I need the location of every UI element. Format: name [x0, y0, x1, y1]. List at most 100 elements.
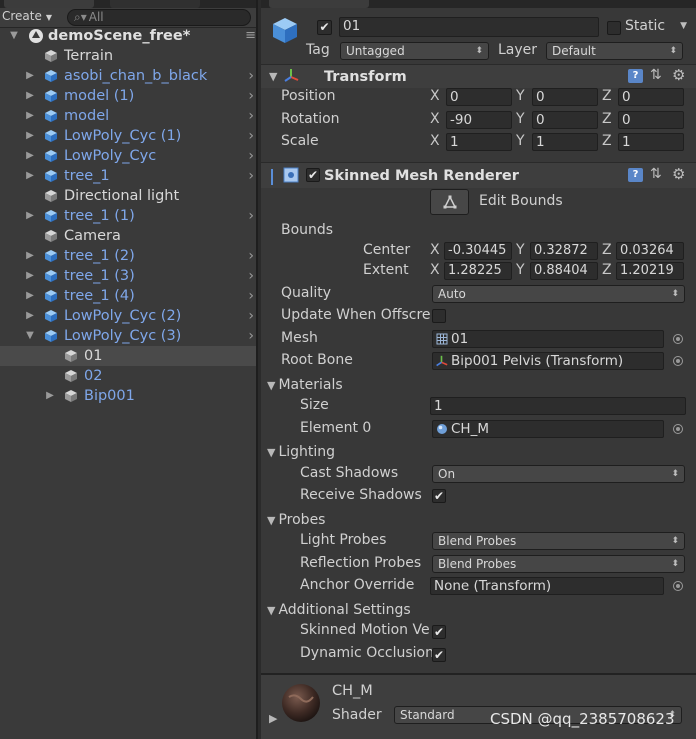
chevron-right-icon[interactable]: › [248, 326, 254, 346]
help-icon[interactable]: ? [628, 168, 643, 182]
static-checkbox[interactable] [607, 21, 621, 35]
hierarchy-row[interactable]: Camera [0, 226, 256, 246]
hierarchy-row[interactable]: ▶ tree_1 (1) › [0, 206, 256, 226]
tab-inspector[interactable] [269, 0, 369, 8]
chevron-right-icon[interactable]: › [248, 306, 254, 326]
cast-shadows-dropdown[interactable]: On ⬍ [432, 465, 685, 483]
fold-expanded-icon[interactable]: ▼ [8, 26, 20, 46]
position-y-field[interactable]: 0 [532, 88, 598, 106]
rotation-y-field[interactable]: 0 [532, 111, 598, 129]
position-x-field[interactable]: 0 [446, 88, 512, 106]
hierarchy-row[interactable]: ▶ LowPoly_Cyc (2) › [0, 306, 256, 326]
fold-collapsed-icon[interactable]: ▶ [24, 126, 36, 146]
anchor-picker-icon[interactable] [673, 581, 683, 591]
fold-collapsed-icon[interactable]: ▶ [24, 66, 36, 86]
chevron-right-icon[interactable]: › [248, 66, 254, 86]
update-offscreen-checkbox[interactable] [432, 309, 446, 323]
hierarchy-row[interactable]: ▶ tree_1 › [0, 166, 256, 186]
mesh-field[interactable]: 01 [432, 330, 664, 348]
tab-project[interactable] [110, 0, 200, 8]
scale-z-field[interactable]: 1 [618, 133, 684, 151]
materials-foldout[interactable]: ▼ Materials [267, 375, 696, 395]
fold-collapsed-icon[interactable]: ▶ [24, 166, 36, 186]
receive-shadows-checkbox[interactable]: ✔ [432, 489, 446, 503]
preset-icon[interactable]: ⇅ [650, 166, 662, 182]
scale-y-field[interactable]: 1 [532, 133, 598, 151]
additional-settings-foldout[interactable]: ▼ Additional Settings [267, 600, 696, 620]
element0-picker-icon[interactable] [673, 424, 683, 434]
chevron-right-icon[interactable]: › [248, 266, 254, 286]
rotation-x-field[interactable]: -90 [446, 111, 512, 129]
hierarchy-row[interactable]: ▶ tree_1 (3) › [0, 266, 256, 286]
chevron-right-icon[interactable]: › [248, 286, 254, 306]
help-icon[interactable]: ? [628, 69, 643, 83]
hierarchy-row[interactable]: Directional light [0, 186, 256, 206]
tag-dropdown[interactable]: Untagged ⬍ [340, 42, 489, 60]
anchor-override-field[interactable]: None (Transform) [430, 577, 664, 595]
lighting-foldout[interactable]: ▼ Lighting [267, 442, 696, 462]
center-y-field[interactable]: 0.32872 [530, 242, 598, 260]
fold-collapsed-icon[interactable]: ▶ [24, 146, 36, 166]
hierarchy-row[interactable]: 02 [0, 366, 256, 386]
chevron-right-icon[interactable]: › [248, 106, 254, 126]
layer-dropdown[interactable]: Default ⬍ [546, 42, 683, 60]
dynamic-occlusion-checkbox[interactable]: ✔ [432, 648, 446, 662]
gear-icon[interactable]: ⚙ [672, 165, 685, 183]
hierarchy-row[interactable]: ▶ model (1) › [0, 86, 256, 106]
center-x-field[interactable]: -0.30445 [444, 242, 512, 260]
fold-collapsed-icon[interactable]: ▶ [24, 266, 36, 286]
quality-dropdown[interactable]: Auto ⬍ [432, 285, 685, 303]
reflection-probes-dropdown[interactable]: Blend Probes ⬍ [432, 555, 685, 573]
hierarchy-row[interactable]: ▶ tree_1 (4) › [0, 286, 256, 306]
chevron-right-icon[interactable]: › [248, 146, 254, 166]
tab-hierarchy[interactable] [4, 0, 94, 8]
hierarchy-row[interactable]: ▶ asobi_chan_b_black › [0, 66, 256, 86]
hierarchy-row[interactable]: ▶ LowPoly_Cyc › [0, 146, 256, 166]
chevron-right-icon[interactable]: › [248, 206, 254, 226]
extent-z-field[interactable]: 1.20219 [616, 262, 684, 280]
material-header[interactable]: ▶ CH_M Shader Standard ⬍ [261, 673, 696, 739]
active-checkbox[interactable]: ✔ [317, 20, 332, 35]
scene-menu-icon[interactable]: ≡ [245, 26, 256, 46]
fold-collapsed-icon[interactable]: ▶ [44, 386, 56, 406]
chevron-right-icon[interactable]: › [248, 126, 254, 146]
fold-collapsed-icon[interactable]: ▶ [24, 246, 36, 266]
hierarchy-row[interactable]: ▼ LowPoly_Cyc (3) › [0, 326, 256, 346]
fold-expanded-icon[interactable]: ▼ [269, 70, 277, 83]
hierarchy-row[interactable]: 01 [0, 346, 256, 366]
scene-row[interactable]: ▼ demoScene_free* ≡ [0, 26, 256, 46]
fold-collapsed-icon[interactable]: ▶ [24, 306, 36, 326]
fold-collapsed-icon[interactable]: ▶ [269, 712, 277, 725]
preset-icon[interactable]: ⇅ [650, 67, 662, 83]
extent-x-field[interactable]: 1.28225 [444, 262, 512, 280]
light-probes-dropdown[interactable]: Blend Probes ⬍ [432, 532, 685, 550]
hierarchy-row[interactable]: ▶ tree_1 (2) › [0, 246, 256, 266]
fold-collapsed-icon[interactable]: ▶ [24, 206, 36, 226]
fold-expanded-icon[interactable]: ▼ [24, 326, 36, 346]
create-dropdown[interactable]: Create ▼ [2, 9, 52, 23]
probes-foldout[interactable]: ▼ Probes [267, 510, 696, 530]
scale-x-field[interactable]: 1 [446, 133, 512, 151]
hierarchy-row[interactable]: ▶ model › [0, 106, 256, 126]
hierarchy-row[interactable]: ▶ LowPoly_Cyc (1) › [0, 126, 256, 146]
root-bone-field[interactable]: Bip001 Pelvis (Transform) [432, 352, 664, 370]
skinned-motion-checkbox[interactable]: ✔ [432, 625, 446, 639]
center-z-field[interactable]: 0.03264 [616, 242, 684, 260]
size-field[interactable]: 1 [430, 397, 686, 415]
chevron-right-icon[interactable]: › [248, 166, 254, 186]
static-dropdown[interactable]: ▼ [672, 18, 692, 36]
fold-collapsed-icon[interactable]: ▶ [24, 286, 36, 306]
gear-icon[interactable]: ⚙ [672, 66, 685, 84]
search-input[interactable]: ⌕▾ All [67, 9, 251, 26]
object-name-field[interactable]: 01 [339, 17, 599, 37]
root-bone-picker-icon[interactable] [673, 356, 683, 366]
fold-collapsed-icon[interactable]: ▶ [24, 86, 36, 106]
hierarchy-row[interactable]: ▶ Bip001 [0, 386, 256, 406]
chevron-right-icon[interactable]: › [248, 246, 254, 266]
mesh-picker-icon[interactable] [673, 334, 683, 344]
edit-bounds-button[interactable] [430, 189, 469, 215]
extent-y-field[interactable]: 0.88404 [530, 262, 598, 280]
position-z-field[interactable]: 0 [618, 88, 684, 106]
hierarchy-row[interactable]: Terrain [0, 46, 256, 66]
rotation-z-field[interactable]: 0 [618, 111, 684, 129]
